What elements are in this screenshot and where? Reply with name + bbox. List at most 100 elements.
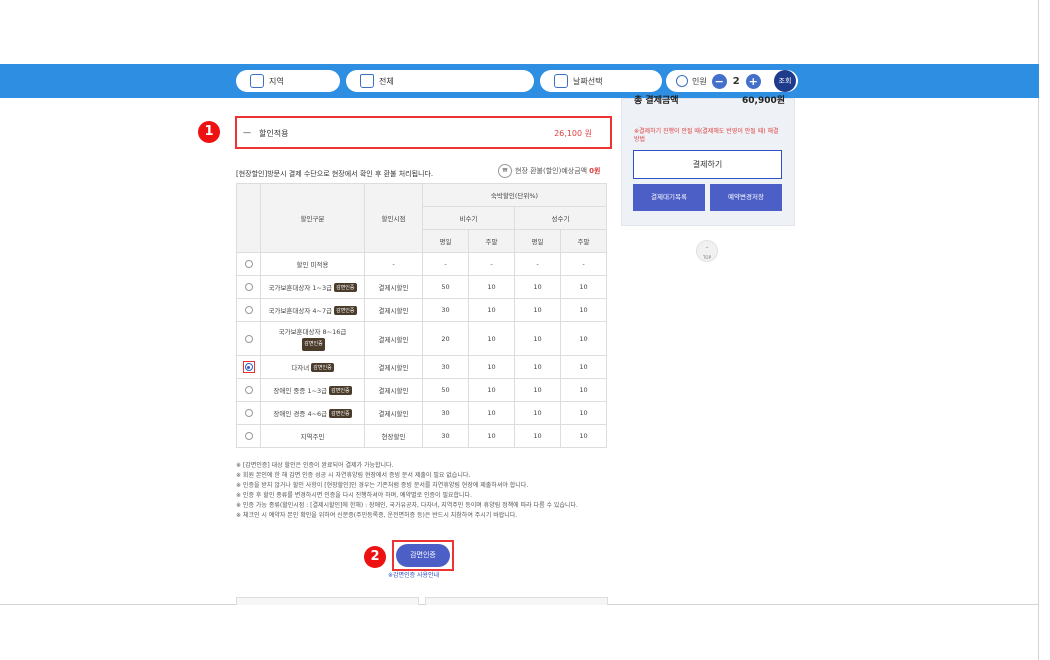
cert-button[interactable]: 감면인증 — [396, 544, 450, 567]
rate-cell: - — [560, 252, 607, 276]
save-change-button[interactable]: 예약변경저장 — [710, 184, 782, 211]
note-item: ※ 회원 본인에 한 해 감면 인증 성공 시 자연휴양림 현장에서 증빙 문서… — [236, 472, 471, 479]
step-badge-2: 2 — [364, 546, 386, 568]
discount-time: 결제시할인 — [364, 378, 423, 402]
discount-type: 다자녀 — [291, 363, 310, 372]
cert-tag: 감면인증 — [329, 386, 352, 396]
radio-button[interactable] — [244, 386, 253, 394]
rate-cell: - — [514, 252, 561, 276]
total-label: 총 결제금액 — [634, 96, 679, 106]
rate-header: 숙박할인(단위%) — [422, 183, 607, 207]
rate-cell: 10 — [468, 355, 515, 379]
rate-cell: 10 — [468, 275, 515, 299]
onsite-refund: ₩ 현장 환불(할인)예상금액 0원 — [498, 164, 600, 178]
radio-button[interactable] — [244, 283, 253, 291]
radio-button[interactable] — [244, 260, 253, 268]
discount-type: 지역주민 — [300, 433, 325, 441]
discount-apply-row[interactable]: — 할인적용 26,100 원 — [235, 116, 612, 149]
total-price: 60,900원 — [742, 96, 786, 106]
cert-tag: 감면인증 — [311, 363, 334, 373]
home-icon — [360, 74, 374, 88]
discount-time: 결제시할인 — [364, 401, 423, 425]
payment-warning-link[interactable]: ※결제하기 진행이 안될 때(결제해도 반영이 안될 때) 해결 방법 — [634, 128, 784, 144]
discount-time: - — [364, 252, 423, 276]
rate-cell: - — [422, 252, 469, 276]
up-arrow-icon: ^ — [705, 246, 709, 251]
note-item: ※ 인증 가능 종류(할인시점 : [결제시할인]에 한해) : 장애인, 국가… — [236, 502, 578, 509]
date-select[interactable]: 날짜선택 — [540, 70, 662, 92]
discount-time: 결제시할인 — [364, 275, 423, 299]
peak-season-header: 성수기 — [514, 206, 607, 230]
rate-cell: 50 — [422, 275, 469, 299]
people-count: 2 — [732, 75, 740, 87]
cert-tag: 감면인증 — [334, 283, 357, 293]
wait-list-button[interactable]: 결제대기목록 — [633, 184, 705, 211]
radio-button[interactable] — [244, 306, 253, 314]
notes-list: ※ [감면인증] 대상 할인은 인증이 완료되어 결제가 가능합니다. ※ 회원… — [236, 461, 610, 521]
rate-cell: 10 — [514, 298, 561, 322]
cert-tag: 감면인증 — [329, 409, 352, 419]
date-label: 날짜선택 — [573, 76, 603, 86]
discount-type: 국가보훈대상자 1~3급 — [268, 283, 333, 292]
rate-cell: 30 — [422, 298, 469, 322]
cert-tag: 감면인증 — [302, 337, 325, 351]
won-icon: ₩ — [498, 164, 512, 178]
discount-type: 장애인 경증 4~6급 — [273, 409, 328, 418]
off-season-header: 비수기 — [422, 206, 515, 230]
search-bar: 지역 전체 날짜선택 인원 − 2 + — [0, 64, 1039, 98]
top-label: TOP — [702, 255, 711, 260]
time-header: 할인시점 — [364, 183, 423, 253]
table-row: 장애인 중증 1~3급 감면인증 결제시할인 50 10 10 10 — [236, 378, 607, 402]
discount-time: 결제시할인 — [364, 355, 423, 379]
discount-table: 할인구분 할인시점 숙박할인(단위%) 비수기 성수기 평일 주말 평일 주말 … — [236, 183, 607, 448]
discount-time: 결제시할인 — [364, 321, 423, 356]
discount-time: 결제시할인 — [364, 298, 423, 322]
region-select[interactable]: 지역 — [236, 70, 340, 92]
region-label: 지역 — [269, 76, 284, 86]
pay-button[interactable]: 결제하기 — [633, 150, 782, 179]
rate-cell: 10 — [514, 321, 561, 356]
table-row: 장애인 경증 4~6급 감면인증 결제시할인 30 10 10 10 — [236, 401, 607, 425]
rate-cell: 30 — [422, 355, 469, 379]
facility-label: 전체 — [379, 76, 394, 86]
table-row: 지역주민 현장할인 30 10 10 10 — [236, 424, 607, 448]
rate-cell: 30 — [422, 424, 469, 448]
bottom-tab-left — [236, 597, 419, 605]
selected-radio-highlight — [242, 361, 255, 373]
discount-amount: 26,100 원 — [554, 129, 592, 138]
scroll-top-button[interactable]: ^ TOP — [696, 240, 718, 262]
rate-cell: 10 — [560, 378, 607, 402]
discount-time: 현장할인 — [364, 424, 423, 448]
onsite-refund-label: 현장 환불(할인)예상금액 — [515, 167, 588, 175]
bottom-tab-right — [425, 597, 608, 605]
onsite-notice: [현장할인]방문시 결제 수단으로 현장에서 확인 후 환불 처리됩니다. — [236, 170, 434, 178]
discount-type: 국가보훈대상자 8~16급 — [278, 327, 347, 336]
page: 지역 전체 날짜선택 인원 − 2 + 조회 1 — 할인적용 26,100 원… — [0, 0, 1050, 660]
rate-cell: 50 — [422, 378, 469, 402]
weekend-header: 주말 — [468, 229, 515, 253]
discount-type: 장애인 중증 1~3급 — [273, 386, 328, 395]
query-button[interactable]: 조회 — [774, 70, 796, 92]
weekday-header: 평일 — [514, 229, 561, 253]
rate-cell: 10 — [468, 298, 515, 322]
radio-button[interactable] — [244, 334, 253, 343]
plus-button[interactable]: + — [745, 73, 761, 89]
rate-cell: 10 — [560, 298, 607, 322]
cert-guide-link[interactable]: ※감면인증 사용안내 — [388, 570, 439, 579]
map-icon — [250, 74, 264, 88]
rate-cell: 10 — [514, 355, 561, 379]
weekend-header: 주말 — [560, 229, 607, 253]
note-item: ※ 인증을 받지 않거나 할인 사항이 [현장할인]인 경우는 기존처럼 증빙 … — [236, 482, 529, 489]
radio-button[interactable] — [244, 409, 253, 417]
rate-cell: 10 — [560, 321, 607, 356]
note-item: ※ [감면인증] 대상 할인은 인증이 완료되어 결제가 가능합니다. — [236, 462, 394, 469]
facility-select[interactable]: 전체 — [346, 70, 534, 92]
calendar-icon — [554, 74, 568, 88]
table-row: 국가보훈대상자 8~16급 감면인증 결제시할인 20 10 10 10 — [236, 321, 607, 356]
radio-button-selected[interactable] — [244, 363, 253, 371]
rate-cell: 10 — [468, 378, 515, 402]
radio-button[interactable] — [244, 432, 253, 440]
minus-button[interactable]: − — [711, 73, 727, 89]
step-badge-1: 1 — [198, 121, 220, 143]
collapse-icon: — — [243, 128, 251, 137]
